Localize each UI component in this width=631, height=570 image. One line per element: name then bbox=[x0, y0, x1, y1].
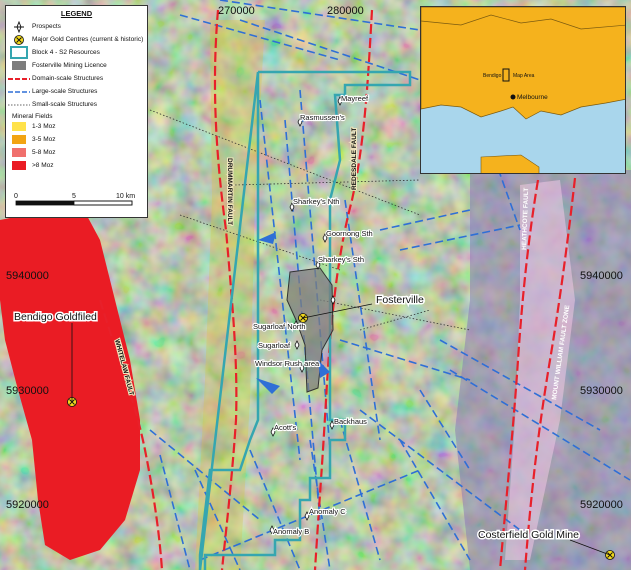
prospect-label-sugarloaf-north: Sugarloaf North bbox=[253, 322, 306, 331]
gold-centre-label-costerfield: Costerfield Gold Mine bbox=[478, 529, 579, 541]
northing-right-2: 5930000 bbox=[580, 385, 623, 397]
northing-left-1: 5940000 bbox=[6, 270, 49, 282]
scale-label-end: 10 km bbox=[116, 193, 135, 200]
legend-item-prospects: Prospects bbox=[6, 20, 147, 33]
legend-item-mf-4: >8 Moz bbox=[6, 159, 147, 172]
legend-panel: LEGEND Prospects Major Gold Centres (cur… bbox=[5, 5, 148, 218]
inset-label-melbourne: Melbourne bbox=[517, 94, 548, 101]
legend-title: LEGEND bbox=[60, 9, 93, 18]
legend-item-mf-3: 5-8 Moz bbox=[6, 146, 147, 159]
prospect-label-backhaus: Backhaus bbox=[334, 417, 367, 426]
gold-centre-icon bbox=[6, 34, 32, 46]
inset-label-bendigo: Bendigo bbox=[483, 73, 502, 79]
fault-label-drummartin: DRUMMARTIN FAULT bbox=[226, 158, 233, 225]
prospect-label-sugarloaf: Sugarloaf bbox=[258, 341, 291, 350]
legend-item-domain: Domain-scale Structures bbox=[6, 72, 147, 85]
prospect-label-windsor-rush: Windsor Rush area bbox=[255, 359, 320, 368]
northing-left-3: 5920000 bbox=[6, 499, 49, 511]
legend-item-block4: Block 4 - S2 Resources bbox=[6, 46, 147, 59]
legend-item-large: Large-scale Structures bbox=[6, 85, 147, 98]
prospect-label-goornong-sth: Goornong Sth bbox=[326, 229, 373, 238]
northing-right-3: 5920000 bbox=[580, 499, 623, 511]
large-line-icon bbox=[6, 89, 32, 95]
domain-line-icon bbox=[6, 76, 32, 82]
legend-item-mf-2: 3-5 Moz bbox=[6, 133, 147, 146]
scale-label-mid: 5 bbox=[72, 193, 76, 200]
prospect-label-anomaly-b: Anomaly B bbox=[273, 527, 309, 536]
inset-victoria-map: Bendigo Map Area Melbourne bbox=[421, 7, 625, 173]
easting-280000: 280000 bbox=[327, 5, 364, 17]
licence-swatch-icon bbox=[6, 61, 32, 70]
small-line-icon bbox=[6, 102, 32, 108]
prospect-label-mayreef: Mayreef bbox=[341, 94, 369, 103]
legend-item-gold-centres: Major Gold Centres (current & historic) bbox=[6, 33, 147, 46]
inset-map: Bendigo Map Area Melbourne bbox=[420, 6, 626, 174]
prospect-icon bbox=[6, 20, 32, 33]
prospect-label-acotts: Acott's bbox=[274, 423, 297, 432]
prospect-label-sharkeys-sth: Sharkey's Sth bbox=[318, 255, 364, 264]
tasmania bbox=[480, 154, 540, 173]
easting-270000: 270000 bbox=[218, 5, 255, 17]
scale-bar: 0 5 10 km bbox=[14, 193, 135, 206]
fault-label-redesdale: REDESDALE FAULT bbox=[351, 128, 358, 190]
legend-item-licence: Fosterville Mining Licence bbox=[6, 59, 147, 72]
gold-centre-label-fosterville: Fosterville bbox=[376, 294, 424, 306]
block4-swatch-icon bbox=[6, 46, 32, 59]
prospect-label-anomaly-c: Anomaly C bbox=[309, 507, 346, 516]
mineral-fields-title: Mineral Fields bbox=[12, 113, 53, 120]
legend-item-small: Small-scale Structures bbox=[6, 98, 147, 111]
prospect-label-sharkeys-nth: Sharkey's Nth bbox=[293, 197, 339, 206]
inset-label-map-area: Map Area bbox=[513, 73, 535, 79]
northing-right-1: 5940000 bbox=[580, 270, 623, 282]
melbourne-dot bbox=[510, 94, 516, 100]
prospect-label-rasmussens: Rasmussen's bbox=[300, 113, 345, 122]
mf-swatch-1 bbox=[12, 122, 26, 131]
mf-swatch-2 bbox=[12, 135, 26, 144]
mf-swatch-3 bbox=[12, 148, 26, 157]
legend-item-mf-1: 1-3 Moz bbox=[6, 120, 147, 133]
mf-swatch-4 bbox=[12, 161, 26, 170]
scale-label-start: 0 bbox=[14, 193, 18, 200]
gold-centre-label-bendigo: Bendigo Goldfiled bbox=[14, 311, 97, 323]
northing-left-2: 5930000 bbox=[6, 385, 49, 397]
